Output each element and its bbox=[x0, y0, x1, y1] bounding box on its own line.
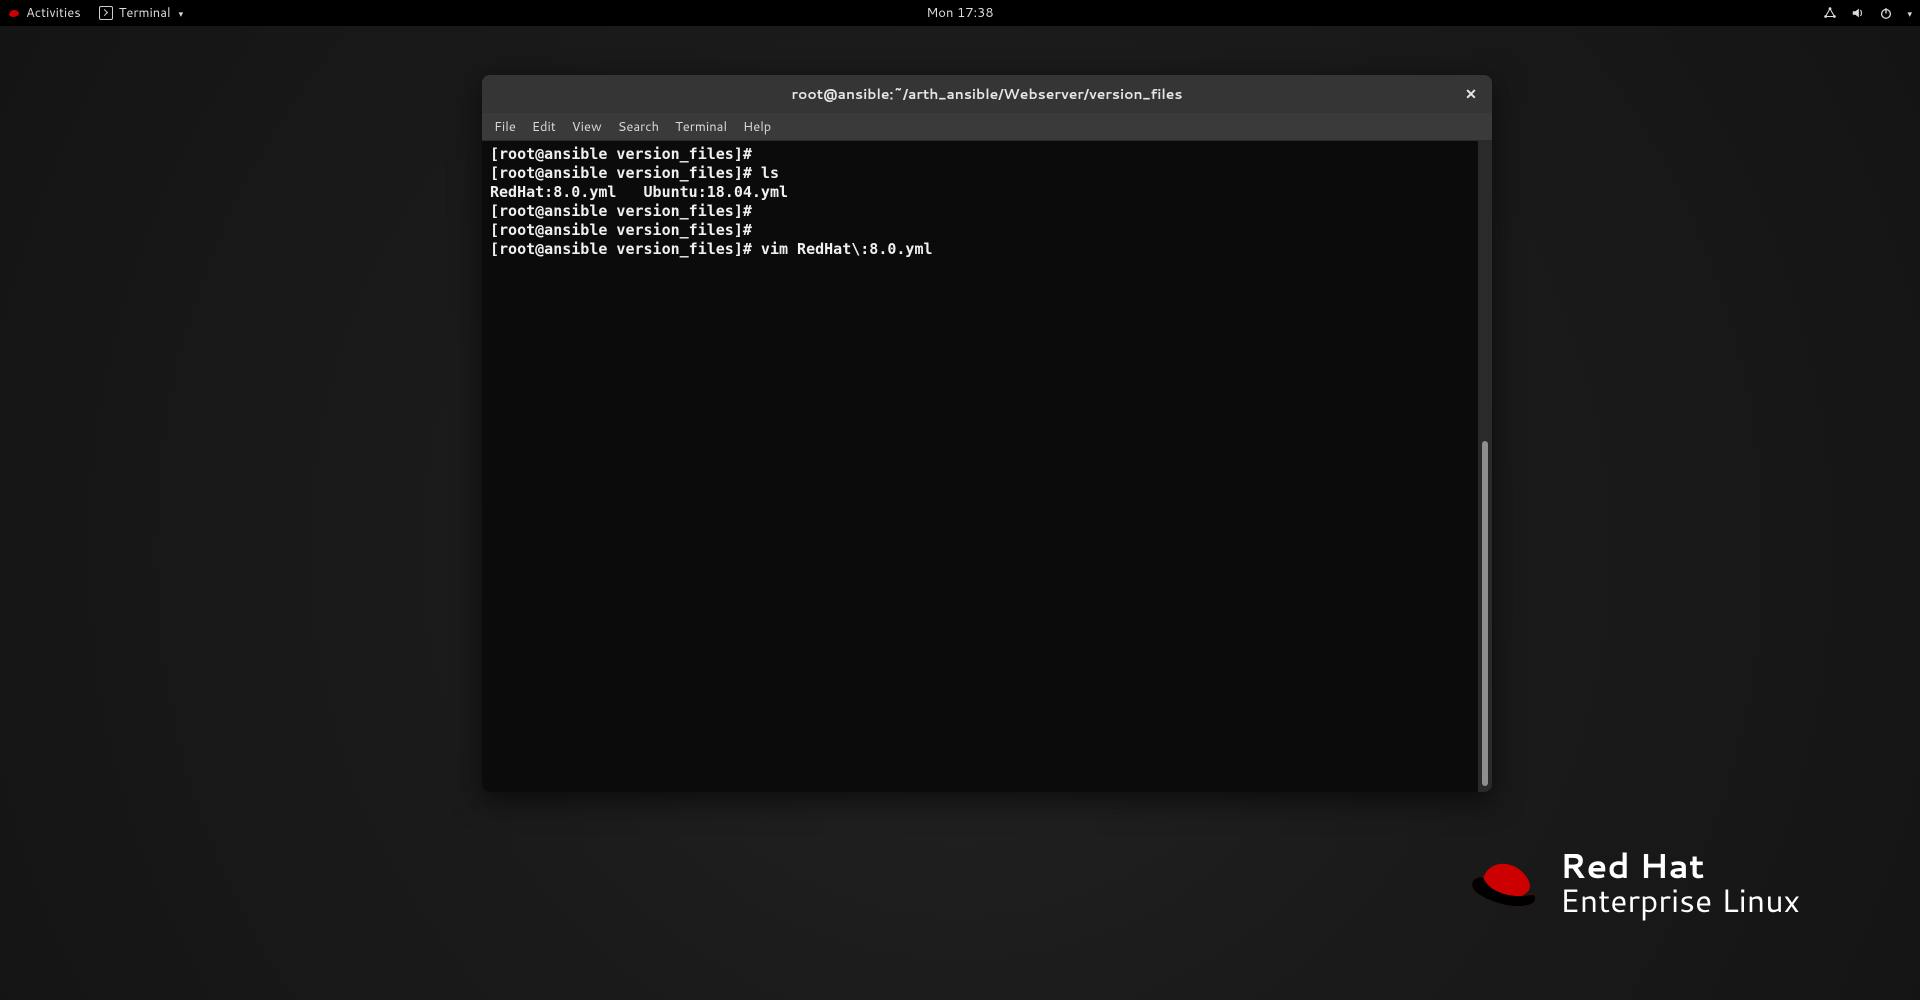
terminal-scrollbar[interactable] bbox=[1478, 141, 1492, 792]
menu-help[interactable]: Help bbox=[743, 118, 771, 136]
brand-line1: Red Hat bbox=[1560, 848, 1800, 882]
menu-view[interactable]: View bbox=[572, 118, 602, 136]
terminal-text: [root@ansible version_files]# [root@ansi… bbox=[482, 141, 1478, 792]
menu-file[interactable]: File bbox=[494, 118, 516, 136]
window-titlebar[interactable]: root@ansible:~/arth_ansible/Webserver/ve… bbox=[482, 75, 1492, 113]
redhat-branding: Red Hat Enterprise Linux bbox=[1468, 848, 1800, 920]
terminal-viewport[interactable]: [root@ansible version_files]# [root@ansi… bbox=[482, 141, 1492, 792]
power-icon bbox=[1879, 6, 1893, 20]
menu-edit[interactable]: Edit bbox=[532, 118, 556, 136]
volume-icon bbox=[1851, 6, 1865, 20]
terminal-icon bbox=[99, 6, 113, 20]
clock-label: Mon 17:38 bbox=[926, 4, 993, 22]
topbar-left: Activities Terminal ▾ bbox=[8, 4, 183, 22]
window-menubar: File Edit View Search Terminal Help bbox=[482, 113, 1492, 141]
window-title: root@ansible:~/arth_ansible/Webserver/ve… bbox=[791, 84, 1182, 104]
window-close-button[interactable]: ✕ bbox=[1460, 83, 1482, 105]
app-menu-button[interactable]: Terminal ▾ bbox=[99, 4, 183, 22]
clock-button[interactable]: Mon 17:38 bbox=[926, 4, 993, 22]
redhat-logo-icon bbox=[1468, 858, 1538, 910]
system-tray[interactable]: ▾ bbox=[1823, 6, 1912, 20]
activities-button[interactable]: Activities bbox=[8, 4, 81, 22]
network-icon bbox=[1823, 6, 1837, 20]
activities-label: Activities bbox=[26, 4, 81, 22]
gnome-topbar: Activities Terminal ▾ Mon 17:38 ▾ bbox=[0, 0, 1920, 26]
menu-terminal[interactable]: Terminal bbox=[675, 118, 727, 136]
redhat-corner-icon bbox=[8, 7, 20, 19]
chevron-down-icon: ▾ bbox=[1907, 7, 1912, 20]
close-icon: ✕ bbox=[1465, 84, 1477, 104]
terminal-window: root@ansible:~/arth_ansible/Webserver/ve… bbox=[482, 75, 1492, 792]
chevron-down-icon: ▾ bbox=[179, 7, 184, 20]
menu-search[interactable]: Search bbox=[618, 118, 659, 136]
brand-line2: Enterprise Linux bbox=[1560, 882, 1800, 920]
scrollbar-thumb[interactable] bbox=[1482, 441, 1488, 786]
app-menu-label: Terminal bbox=[119, 4, 171, 22]
redhat-logo-text: Red Hat Enterprise Linux bbox=[1560, 848, 1800, 920]
